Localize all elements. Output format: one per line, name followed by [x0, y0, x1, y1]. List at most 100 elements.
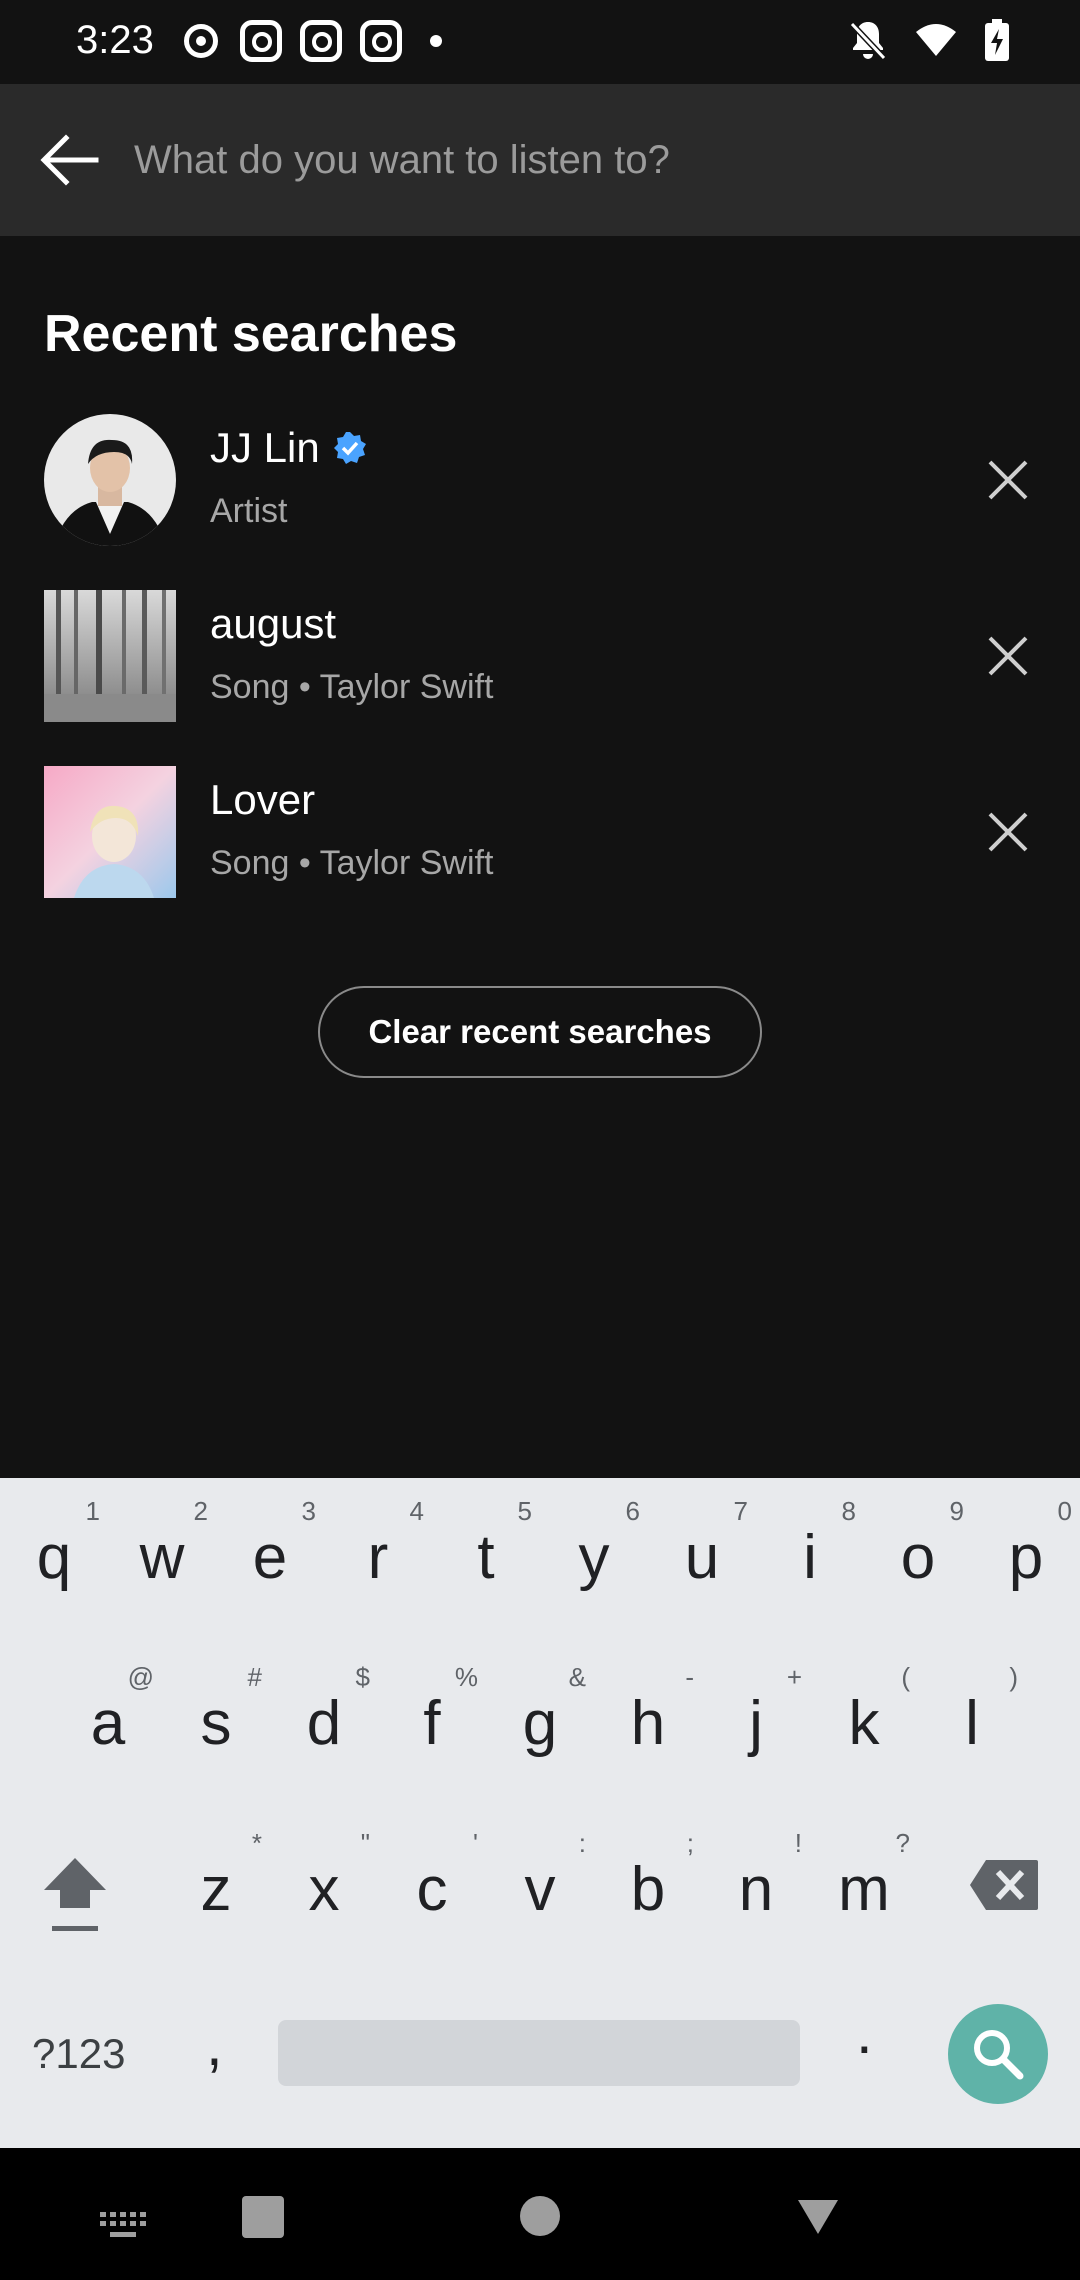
keyboard: 1q2w3e4r5t6y7u8i9o0p @ a # s $ d% f & g - h + j(k) l … [0, 1478, 1080, 2148]
key-p[interactable]: 0p [976, 1478, 1076, 1628]
key-l[interactable]: ) l [922, 1644, 1022, 1794]
notifications-off-icon [849, 21, 887, 61]
key-label: u [684, 1523, 720, 1592]
period-key[interactable]: . [856, 1998, 873, 2067]
recent-item-subtitle: Song • Taylor Swift [210, 844, 494, 882]
key-label: y [578, 1523, 610, 1592]
key-label: j [749, 1689, 763, 1758]
keyboard-switch-icon[interactable] [100, 2212, 146, 2242]
key-m[interactable]: ? m [814, 1810, 914, 1960]
space-key[interactable] [278, 2020, 800, 2086]
recent-item-title: august [210, 600, 337, 647]
recent-item-title-text: JJ Lin [210, 424, 320, 471]
key-label: i [803, 1523, 817, 1592]
remove-close-icon[interactable] [980, 452, 1036, 508]
instagram-icon [300, 20, 342, 62]
back-arrow-icon[interactable] [34, 124, 106, 196]
comma-key[interactable]: , [206, 2010, 223, 2079]
key-w[interactable]: 2w [112, 1478, 212, 1628]
status-bar: 3:23 [0, 0, 1080, 84]
album-cover-lover [44, 766, 176, 898]
key-b[interactable]: ; b [598, 1810, 698, 1960]
key-d[interactable]: $ d [274, 1644, 374, 1794]
record-icon [184, 24, 218, 58]
key-label: a [90, 1689, 126, 1758]
remove-close-icon[interactable] [980, 628, 1036, 684]
key-s[interactable]: # s [166, 1644, 266, 1794]
notification-icons [184, 20, 442, 62]
key-label: x [308, 1855, 340, 1924]
status-time: 3:23 [76, 18, 154, 62]
system-icons [848, 18, 1010, 62]
key-i[interactable]: 8i [760, 1478, 860, 1628]
key-h[interactable]: -h [598, 1644, 698, 1794]
instagram-icon [240, 20, 282, 62]
key-q[interactable]: 1q [4, 1478, 104, 1628]
key-label: d [306, 1689, 342, 1758]
key-f[interactable]: % f [382, 1644, 482, 1794]
search-input[interactable] [132, 128, 1032, 192]
recent-item-title: JJ Lin [210, 424, 368, 472]
verified-badge-icon [333, 432, 366, 464]
recents-square-icon[interactable] [242, 2196, 284, 2238]
key-t[interactable]: 5t [436, 1478, 536, 1628]
back-triangle-icon[interactable] [796, 2198, 840, 2236]
search-icon [974, 2030, 1024, 2080]
key-label: h [630, 1689, 666, 1758]
key-o[interactable]: 9o [868, 1478, 968, 1628]
key-k[interactable]: (k [814, 1644, 914, 1794]
navigation-bar [0, 2148, 1080, 2280]
key-label: s [200, 1689, 232, 1758]
recent-searches-title: Recent searches [44, 305, 458, 363]
key-j[interactable]: + j [706, 1644, 806, 1794]
key-label: m [838, 1855, 890, 1924]
key-label: q [36, 1523, 72, 1592]
recent-item-lover[interactable]: Lover Song • Taylor Swift [0, 766, 1080, 898]
key-n[interactable]: ! n [706, 1810, 806, 1960]
key-label: c [416, 1855, 448, 1924]
key-label: z [200, 1855, 232, 1924]
search-header [0, 84, 1080, 236]
key-label: e [252, 1523, 288, 1592]
key-label: p [1008, 1523, 1044, 1592]
instagram-icon [360, 20, 402, 62]
key-a[interactable]: @ a [58, 1644, 158, 1794]
backspace-icon[interactable] [968, 1858, 1040, 1912]
album-cover-folklore [44, 590, 176, 722]
remove-close-icon[interactable] [980, 804, 1036, 860]
key-label: r [367, 1523, 389, 1592]
key-r[interactable]: 4r [328, 1478, 428, 1628]
key-label: k [848, 1689, 880, 1758]
key-g[interactable]: & g [490, 1644, 590, 1794]
key-label: f [423, 1689, 441, 1758]
key-x[interactable]: " x [274, 1810, 374, 1960]
key-label: w [139, 1523, 185, 1592]
battery-charging-icon [985, 19, 1009, 61]
wifi-icon [916, 24, 956, 56]
key-e[interactable]: 3e [220, 1478, 320, 1628]
shift-icon[interactable] [40, 1850, 110, 1940]
more-notifications-icon [430, 35, 442, 47]
recent-item-subtitle: Song • Taylor Swift [210, 668, 494, 706]
recent-item-subtitle: Artist [210, 492, 288, 530]
recent-item-august[interactable]: august Song • Taylor Swift [0, 590, 1080, 722]
home-circle-icon[interactable] [520, 2196, 560, 2236]
search-key[interactable] [948, 2004, 1048, 2104]
key-label: l [965, 1689, 979, 1758]
symbols-key[interactable]: ?123 [32, 2030, 125, 2078]
key-v[interactable]: :v [490, 1810, 590, 1960]
key-u[interactable]: 7u [652, 1478, 752, 1628]
key-label: b [630, 1855, 666, 1924]
artist-avatar [44, 414, 176, 546]
recent-item-title: Lover [210, 776, 316, 823]
key-z[interactable]: * z [166, 1810, 266, 1960]
key-label: o [900, 1523, 936, 1592]
recent-item-jj-lin[interactable]: JJ Lin Artist [0, 414, 1080, 546]
key-label: v [524, 1855, 556, 1924]
key-label: g [522, 1689, 558, 1758]
clear-recent-searches-button[interactable]: Clear recent searches [318, 986, 762, 1078]
key-label: t [477, 1523, 495, 1592]
key-c[interactable]: ' c [382, 1810, 482, 1960]
key-label: n [738, 1855, 774, 1924]
key-y[interactable]: 6y [544, 1478, 644, 1628]
